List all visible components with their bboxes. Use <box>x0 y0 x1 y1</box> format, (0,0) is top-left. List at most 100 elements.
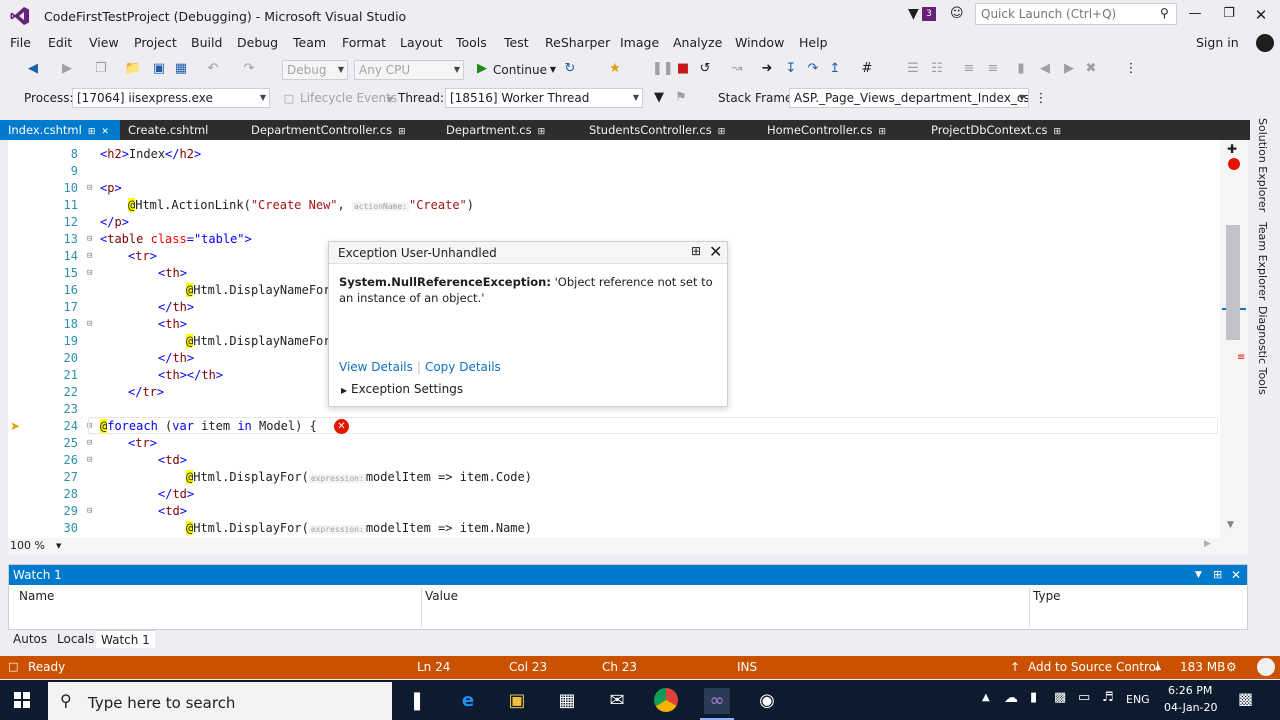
close-icon[interactable]: ✕ <box>709 242 722 261</box>
obs-icon[interactable]: ◉ <box>754 688 780 714</box>
onedrive-icon[interactable]: ☁ <box>1004 690 1018 706</box>
menu-project[interactable]: Project <box>134 35 177 50</box>
navigate-forward-icon[interactable]: ▶ <box>58 60 76 78</box>
sign-in-link[interactable]: Sign in <box>1196 35 1239 50</box>
tab-department-cs[interactable]: Department.cs ⊞ <box>438 120 578 140</box>
close-tab-icon[interactable]: ✕ <box>101 127 109 137</box>
split-editor-icon[interactable]: ✚ <box>1227 142 1237 156</box>
diagnostic-tools-tab[interactable]: Diagnostic Tools <box>1256 306 1269 395</box>
flag-threads-icon[interactable]: ⚑ <box>672 89 690 107</box>
lifecycle-events-icon[interactable]: □ <box>280 90 298 108</box>
watch-col-type[interactable]: Type <box>1033 589 1061 603</box>
tab-create-cshtml[interactable]: Create.cshtml <box>120 120 240 140</box>
close-window-button[interactable]: ✕ <box>1250 6 1272 24</box>
feedback-icon[interactable]: ☺ <box>950 6 964 21</box>
align-left-icon[interactable]: ≡ <box>960 60 978 78</box>
hex-display-icon[interactable]: # <box>858 60 876 78</box>
collapse-icon[interactable]: ⊟ <box>87 231 92 248</box>
watch-col-value[interactable]: Value <box>425 589 458 603</box>
collapse-icon[interactable]: ⊟ <box>87 452 92 469</box>
open-file-icon[interactable]: 📁 <box>124 60 142 78</box>
menu-file[interactable]: File <box>10 35 31 50</box>
threads-icon[interactable]: ☰ <box>904 60 922 78</box>
stack-frame-combo[interactable]: ASP._Page_Views_department_Index_cshtr ▼ <box>789 88 1029 108</box>
tab-department-controller[interactable]: DepartmentController.cs ⊞ <box>243 120 413 140</box>
usb-icon[interactable]: ▮ <box>1030 690 1037 705</box>
undo-icon[interactable]: ↶ <box>204 60 222 78</box>
notification-center-icon[interactable]: ▩ <box>1238 689 1253 708</box>
step-into-icon[interactable]: ↧ <box>782 60 800 78</box>
menu-layout[interactable]: Layout <box>400 35 443 50</box>
prev-bookmark-icon[interactable]: ◀ <box>1036 60 1054 78</box>
collapse-icon[interactable]: ⊟ <box>87 503 92 520</box>
menu-window[interactable]: Window <box>735 35 784 50</box>
tab-watch-1[interactable]: Watch 1 <box>96 630 155 648</box>
continue-button[interactable]: Continue <box>493 63 547 77</box>
tab-projectdbcontext[interactable]: ProjectDbContext.cs ⊞ <box>923 120 1093 140</box>
menu-test[interactable]: Test <box>504 35 529 50</box>
edge-browser-icon[interactable]: e <box>455 688 481 714</box>
task-view-icon[interactable]: ❚ <box>404 688 430 714</box>
solution-explorer-tab[interactable]: Solution Explorer <box>1256 118 1269 212</box>
step-into-arrow-icon[interactable]: ➜ <box>758 60 776 78</box>
stack-icon[interactable]: ☷ <box>928 60 946 78</box>
tab-autos[interactable]: Autos <box>8 630 52 648</box>
process-combo[interactable]: [17064] iisexpress.exe ▼ <box>72 88 270 108</box>
zoom-combo[interactable]: 100 % ▼ <box>8 539 66 553</box>
collapse-icon[interactable]: ⊟ <box>87 316 92 333</box>
restart-icon[interactable]: ↺ <box>696 60 714 78</box>
pin-icon[interactable]: ⊞ <box>1054 127 1062 137</box>
clear-bookmarks-icon[interactable]: ✖ <box>1082 60 1100 78</box>
tab-index-cshtml[interactable]: Index.cshtml ⊞ ✕ <box>0 120 120 140</box>
menu-edit[interactable]: Edit <box>48 35 72 50</box>
quick-launch-input[interactable] <box>976 4 1146 24</box>
tab-home-controller[interactable]: HomeController.cs ⊞ <box>759 120 919 140</box>
menu-format[interactable]: Format <box>342 35 386 50</box>
filter-icon[interactable]: ▼ <box>908 6 919 22</box>
pin-icon[interactable]: ⊞ <box>718 127 726 137</box>
watch-col-name[interactable]: Name <box>19 589 54 603</box>
network-icon[interactable]: ▩ <box>1054 690 1066 705</box>
menu-view[interactable]: View <box>89 35 119 50</box>
chevron-down-icon[interactable]: ▼ <box>381 91 399 109</box>
visual-studio-taskbar-icon[interactable]: ∞ <box>704 688 730 714</box>
stop-debugging-icon[interactable]: ■ <box>674 60 692 78</box>
pin-icon[interactable]: ⊞ <box>88 127 96 137</box>
volume-icon[interactable]: ♬ <box>1102 690 1114 705</box>
store-icon[interactable]: ▦ <box>554 688 580 714</box>
thread-combo[interactable]: [18516] Worker Thread ▼ <box>445 88 643 108</box>
collapse-icon[interactable]: ⊟ <box>87 435 92 452</box>
windows-start-icon[interactable] <box>14 692 30 708</box>
clock-time[interactable]: 6:26 PM <box>1168 684 1212 697</box>
chevron-up-icon[interactable]: ▲ <box>1155 662 1161 671</box>
exception-settings-toggle[interactable]: ▶ Exception Settings <box>341 382 463 396</box>
tab-students-controller[interactable]: StudentsController.cs ⊞ <box>581 120 751 140</box>
restore-button[interactable]: ❐ <box>1218 6 1240 24</box>
step-out-icon[interactable]: ↥ <box>826 60 844 78</box>
language-indicator[interactable]: ENG <box>1126 693 1150 706</box>
team-explorer-tab[interactable]: Team Explorer <box>1256 222 1269 300</box>
clock-date[interactable]: 04-Jan-20 <box>1164 701 1218 714</box>
search-icon[interactable]: ⚲ <box>1160 6 1169 20</box>
save-icon[interactable]: ▣ <box>150 60 168 78</box>
scroll-thumb[interactable] <box>1226 225 1240 340</box>
mail-icon[interactable]: ✉ <box>604 688 630 714</box>
continue-play-icon[interactable]: ▶ <box>473 60 491 78</box>
collapse-icon[interactable]: ⊟ <box>87 180 92 197</box>
menu-tools[interactable]: Tools <box>456 35 487 50</box>
configuration-combo[interactable]: Debug ▼ <box>282 60 348 80</box>
copy-details-link[interactable]: Copy Details <box>425 360 501 374</box>
collapse-icon[interactable]: ⊟ <box>87 248 92 265</box>
taskbar-search-box[interactable]: ⚲ Type here to search <box>48 682 392 720</box>
file-explorer-icon[interactable]: ▣ <box>504 688 530 714</box>
new-project-icon[interactable]: ❒ <box>92 60 110 78</box>
toolbar-options-icon[interactable]: ⋮ <box>1032 90 1050 108</box>
pin-icon[interactable]: ⊞ <box>878 127 886 137</box>
chevron-down-icon[interactable]: ▼ <box>1195 565 1202 585</box>
save-all-icon[interactable]: ▦ <box>172 60 190 78</box>
menu-build[interactable]: Build <box>191 35 222 50</box>
notification-badge[interactable]: 3 <box>922 7 936 21</box>
menu-analyze[interactable]: Analyze <box>673 35 722 50</box>
feedback-smiley-icon[interactable] <box>1257 658 1275 676</box>
navigate-back-icon[interactable]: ◀ <box>24 60 42 78</box>
